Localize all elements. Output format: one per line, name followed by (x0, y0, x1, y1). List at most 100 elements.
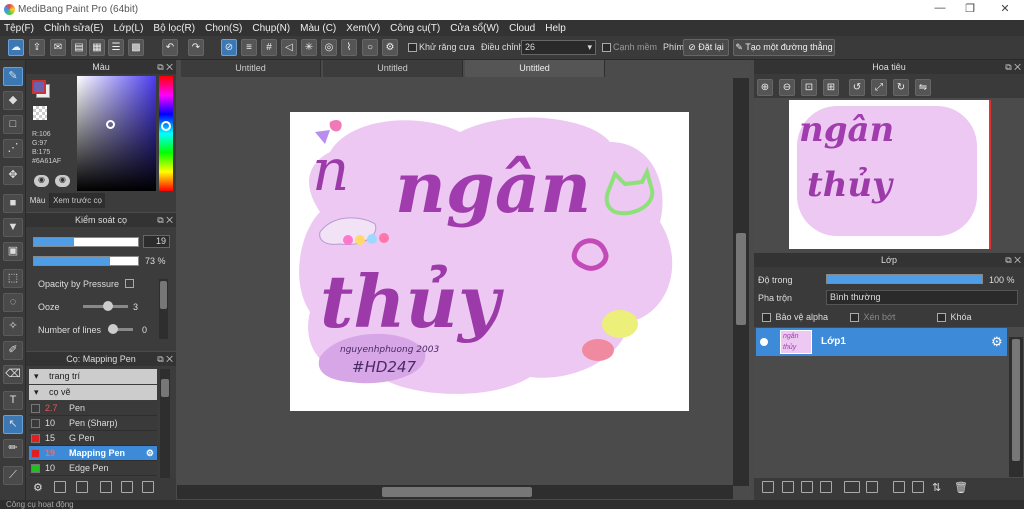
new-brush-icon[interactable] (54, 481, 66, 493)
gradient-tool-icon[interactable]: ▣ (3, 242, 23, 261)
brush-tool-icon[interactable]: ✎ (3, 67, 23, 86)
fill-rect-tool-icon[interactable]: ■ (3, 194, 23, 213)
menu-snap[interactable]: Chụp(N) (252, 23, 290, 34)
new-8bit-layer-icon[interactable] (801, 481, 813, 493)
menu-view[interactable]: Xem(V) (346, 23, 380, 34)
scrollbar-thumb[interactable] (736, 233, 746, 325)
lock-checkbox[interactable]: Khóa (937, 312, 972, 323)
delete-layer-icon[interactable]: 🗑 (954, 481, 968, 494)
layer-folder-icon[interactable] (866, 481, 878, 493)
menu-file[interactable]: Tệp(F) (4, 23, 34, 34)
brush-item[interactable]: 10 Pen (Sharp) (29, 416, 157, 431)
actual-size-icon[interactable]: ⊞ (823, 79, 839, 96)
menu-help[interactable]: Help (545, 23, 566, 34)
brush-item[interactable]: 2.7 Pen (29, 401, 157, 416)
layers-icon[interactable]: ☰ (108, 39, 124, 56)
brush-control-scrollbar[interactable] (159, 279, 168, 339)
flip-icon[interactable]: ⇋ (915, 79, 931, 96)
move-tool-icon[interactable]: ✥ (3, 166, 23, 185)
clipping-checkbox[interactable]: Xén bớt (850, 312, 895, 323)
panel-close-icon[interactable]: ⧉ ✕ (157, 213, 173, 227)
panel-close-icon[interactable]: ⧉ ✕ (1005, 60, 1021, 74)
select-pen-tool-icon[interactable]: ✐ (3, 341, 23, 360)
hue-cursor[interactable] (161, 121, 171, 131)
brush-size-slider[interactable] (33, 237, 139, 247)
comment-icon[interactable]: ✉ (50, 39, 66, 56)
page-list-icon[interactable]: ▦ (89, 39, 105, 56)
brush-settings-icon[interactable]: ⚙ (146, 446, 154, 461)
merge-down-icon[interactable] (893, 481, 905, 493)
palette-icon[interactable]: ◉ (34, 175, 49, 187)
tab-untitled-2[interactable]: Untitled (323, 60, 463, 77)
brush-opacity-slider[interactable] (33, 256, 139, 266)
menu-layer[interactable]: Lớp(L) (114, 23, 144, 34)
menu-window[interactable]: Cửa sổ(W) (450, 23, 499, 34)
menu-edit[interactable]: Chỉnh sửa(E) (44, 23, 104, 34)
rotate-left-icon[interactable]: ↺ (849, 79, 865, 96)
brush-settings-icon[interactable]: ⚙ (33, 481, 45, 494)
tab-untitled-1[interactable]: Untitled (181, 60, 321, 77)
divide-tool-icon[interactable]: ✏ (3, 439, 23, 458)
canvas[interactable]: n ngân thủy nguyenhphuong 2003 #HD247 (290, 112, 689, 411)
menu-cloud[interactable]: Cloud (509, 23, 535, 34)
soft-edge-checkbox[interactable]: Cạnh mềm (602, 42, 657, 53)
layer-row[interactable]: ngân thủy Lớp1 ⚙ (756, 328, 1007, 356)
menu-filter[interactable]: Bộ lọc(R) (153, 23, 195, 34)
layer-move-icon[interactable]: ⇅ (932, 481, 944, 494)
brush-item[interactable]: 19 Mapping Pen ⚙ (29, 446, 157, 461)
create-line-button[interactable]: ✎ Tạo một đường thẳng (733, 39, 835, 56)
zoom-in-icon[interactable]: ⊕ (757, 79, 773, 96)
parallel-snap-icon[interactable]: ≡ (241, 39, 257, 56)
lines-slider[interactable] (108, 324, 133, 334)
protect-alpha-checkbox[interactable]: Bảo vệ alpha (762, 312, 828, 323)
concentric-snap-icon[interactable]: ◎ (321, 39, 337, 56)
snap-off-icon[interactable]: ⊘ (221, 39, 237, 56)
brush-list-scrollbar[interactable] (160, 369, 170, 478)
close-window-button[interactable]: ✕ (995, 2, 1015, 18)
select-eraser-tool-icon[interactable]: ⌫ (3, 365, 23, 384)
eraser-tool-icon[interactable]: ◆ (3, 91, 23, 110)
antialias-checkbox[interactable]: Khử răng cưa (408, 42, 475, 53)
share-icon[interactable]: ⇪ (29, 39, 45, 56)
sv-cursor[interactable] (106, 120, 115, 129)
settings-snap-icon[interactable]: ⚙ (382, 39, 398, 56)
minimize-button[interactable]: — (930, 2, 950, 18)
radial-snap-icon[interactable]: ✳ (301, 39, 317, 56)
primary-color-swatch[interactable] (32, 80, 46, 94)
transparent-color-swatch[interactable] (33, 106, 47, 120)
new-layer-icon[interactable] (762, 481, 774, 493)
tab-brush-preview[interactable]: Xem trước cọ (50, 193, 105, 208)
layer-properties-icon[interactable] (912, 481, 924, 493)
bucket-tool-icon[interactable]: ▼ (3, 218, 23, 237)
operation-tool-icon[interactable]: ↖ (3, 415, 23, 434)
new-halftone-layer-icon[interactable] (782, 481, 794, 493)
brush-item[interactable]: 15 G Pen (29, 431, 157, 446)
scrollbar-thumb[interactable] (161, 379, 169, 397)
adjust-select[interactable]: 26 ▾ (521, 40, 596, 55)
blend-mode-select[interactable]: Bình thường (826, 290, 1018, 305)
ooze-slider[interactable] (83, 301, 128, 311)
curve-snap-icon[interactable]: ⌇ (341, 39, 357, 56)
panel-close-icon[interactable]: ⧉ ✕ (157, 60, 173, 74)
rectangle-tool-icon[interactable]: □ (3, 115, 23, 134)
brush-item[interactable]: 10 Edge Pen (29, 461, 157, 476)
menu-select[interactable]: Chọn(S) (205, 23, 242, 34)
ooze-slider-handle[interactable] (103, 301, 113, 311)
layer-opacity-slider[interactable] (826, 274, 983, 284)
menu-tools[interactable]: Công cụ(T) (390, 23, 440, 34)
circle-snap-icon[interactable]: ○ (362, 39, 378, 56)
tab-color[interactable]: Màu (26, 193, 50, 208)
layer-list-scrollbar[interactable] (1009, 337, 1023, 477)
page-icon[interactable]: ▤ (71, 39, 87, 56)
eyedropper-tool-icon[interactable]: ⟋ (3, 466, 23, 485)
select-tool-icon[interactable]: ⬚ (3, 269, 23, 288)
rotate-right-icon[interactable]: ↻ (893, 79, 909, 96)
magic-wand-tool-icon[interactable]: ✧ (3, 317, 23, 336)
grid-snap-icon[interactable]: # (261, 39, 277, 56)
panel-close-icon[interactable]: ⧉ ✕ (1005, 253, 1021, 267)
lines-slider-handle[interactable] (108, 324, 118, 334)
brush-size-value[interactable]: 19 (143, 235, 170, 248)
maximize-button[interactable]: ❐ (960, 2, 980, 18)
perspective-snap-icon[interactable]: ◁ (281, 39, 297, 56)
folder-icon[interactable] (121, 481, 133, 493)
